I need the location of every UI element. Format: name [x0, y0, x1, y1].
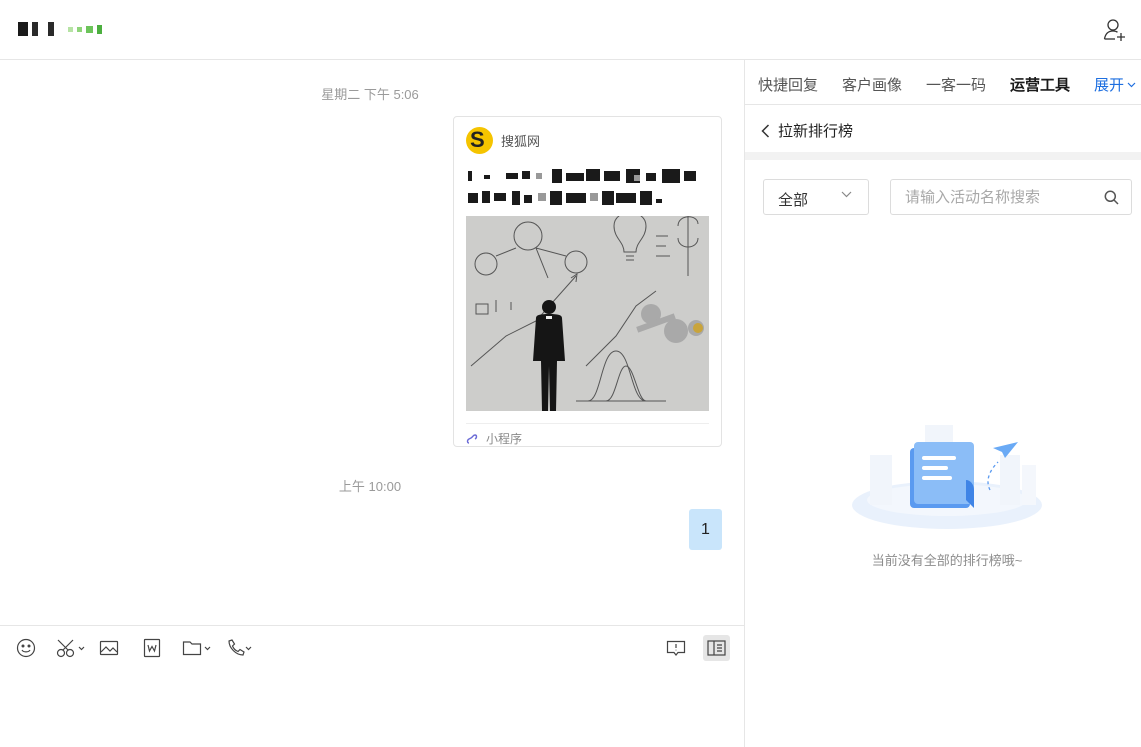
tab-quick-reply[interactable]: 快捷回复: [758, 74, 818, 95]
empty-state-illustration: [852, 425, 1042, 529]
search-icon[interactable]: [1104, 190, 1119, 205]
timestamp: 上午 10:00: [338, 479, 402, 494]
filter-select[interactable]: 全部: [763, 179, 869, 215]
tab-customer-profile[interactable]: 客户画像: [842, 74, 902, 95]
feedback-icon[interactable]: [666, 638, 686, 658]
empty-state-text: 当前没有全部的排行榜哦~: [871, 553, 1023, 568]
tab-one-customer-one-code[interactable]: 一客一码: [926, 74, 986, 95]
chevron-down-icon: [841, 191, 852, 198]
sohu-logo: S: [466, 127, 493, 154]
card-title-redacted: [468, 169, 696, 205]
divider: [745, 152, 1141, 160]
add-user-icon[interactable]: [1103, 18, 1127, 42]
side-panel: 快捷回复 客户画像 一客一码 运营工具 展开 拉新排行榜 全部 请输入活动名称搜…: [744, 60, 1141, 747]
tab-expand[interactable]: 展开: [1094, 74, 1136, 95]
search-box: [890, 179, 1132, 215]
chevron-left-icon: [761, 123, 770, 138]
folder-icon[interactable]: [182, 638, 214, 658]
back-button[interactable]: 拉新排行榜: [761, 120, 853, 141]
mini-program-icon: [466, 433, 478, 444]
screenshot-scissors-icon[interactable]: [56, 638, 86, 658]
message-bubble[interactable]: 1: [689, 509, 722, 550]
search-input[interactable]: [892, 181, 1092, 213]
contact-name-redacted: [18, 22, 102, 36]
word-file-icon[interactable]: [143, 638, 161, 658]
page-title: 拉新排行榜: [778, 123, 854, 140]
chevron-down-icon: [1127, 82, 1136, 87]
image-icon[interactable]: [99, 638, 119, 658]
mini-program-card[interactable]: S 搜狐网 小程序: [453, 116, 722, 447]
sidebar-panel-icon[interactable]: [703, 635, 730, 661]
card-cover-image: [466, 216, 709, 411]
tab-operation-tools[interactable]: 运营工具: [1010, 74, 1070, 95]
phone-call-icon[interactable]: [226, 638, 254, 658]
input-toolbar: [0, 625, 744, 671]
panel-tabs: 快捷回复 客户画像 一客一码 运营工具 展开: [745, 60, 1141, 105]
card-source: 搜狐网: [501, 134, 541, 149]
timestamp: 星期二 下午 5:06: [321, 87, 419, 102]
card-footer: 小程序: [466, 423, 709, 447]
chat-header: [0, 0, 1141, 60]
emoji-icon[interactable]: [16, 638, 36, 658]
